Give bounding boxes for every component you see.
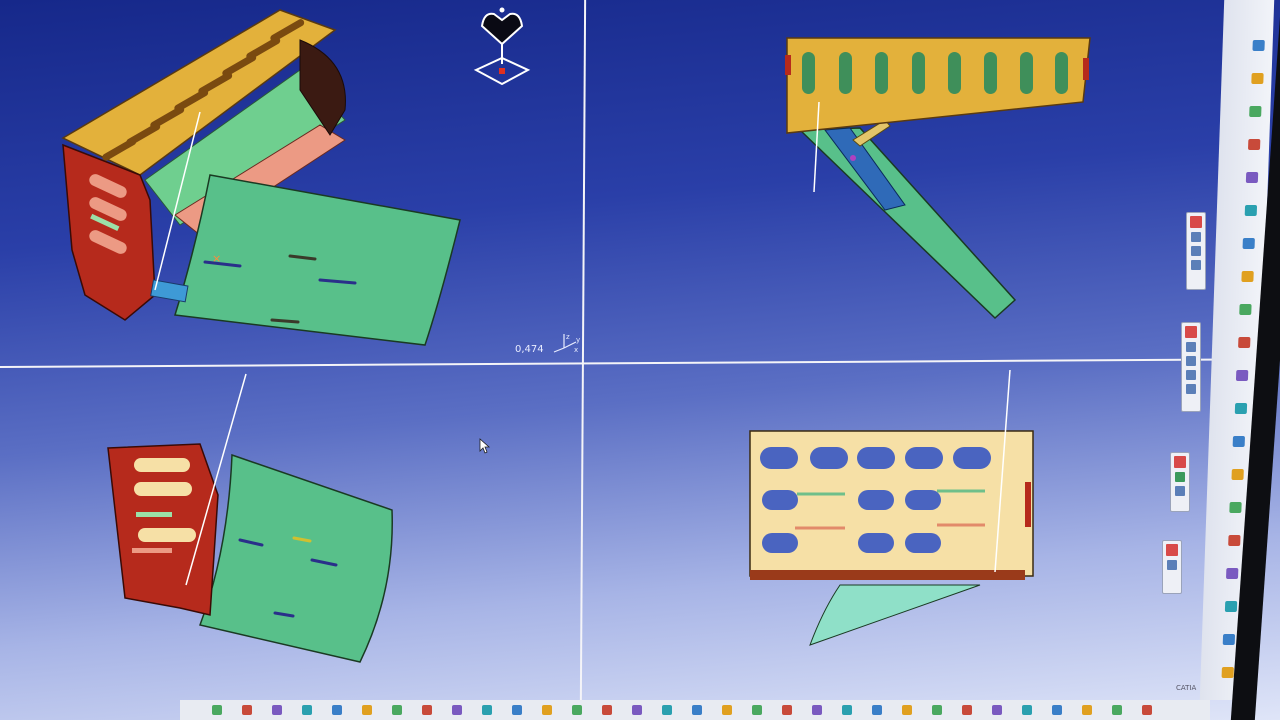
grid-icon[interactable] <box>692 705 702 715</box>
viewport-top[interactable] <box>585 370 1205 700</box>
undo-icon[interactable] <box>242 705 252 715</box>
render-icon[interactable] <box>1175 472 1185 482</box>
compass-icon[interactable] <box>1112 705 1122 715</box>
pad-icon[interactable] <box>1251 73 1264 84</box>
svg-text:×: × <box>212 252 221 265</box>
iso-view-icon[interactable] <box>512 705 522 715</box>
analysis-icon[interactable] <box>1221 667 1234 678</box>
viewport-side[interactable] <box>585 0 1205 365</box>
compass-icon[interactable] <box>470 6 534 90</box>
zoom-out-icon[interactable] <box>392 705 402 715</box>
slot-icon[interactable] <box>1241 271 1254 282</box>
update-icon[interactable] <box>632 705 642 715</box>
tools-palette[interactable] <box>1162 540 1182 594</box>
view-palette[interactable] <box>1170 452 1190 512</box>
contact-icon[interactable] <box>1186 356 1196 366</box>
redo-icon[interactable] <box>272 705 282 715</box>
constraints-icon[interactable] <box>722 705 732 715</box>
annotation-icon[interactable] <box>1052 705 1062 715</box>
svg-text:x: x <box>574 346 578 354</box>
multi-view-icon[interactable] <box>482 705 492 715</box>
pattern-icon[interactable] <box>1228 535 1241 546</box>
close-icon[interactable] <box>1174 456 1186 468</box>
clash-icon[interactable] <box>1022 705 1032 715</box>
thickness-icon[interactable] <box>1232 436 1245 447</box>
normal-view-icon[interactable] <box>452 705 462 715</box>
close-icon[interactable] <box>1166 544 1178 556</box>
point-icon[interactable] <box>1191 232 1201 242</box>
rectangle-icon[interactable] <box>1191 260 1201 270</box>
properties-icon[interactable] <box>1142 705 1152 715</box>
material-icon[interactable] <box>872 705 882 715</box>
hole-icon[interactable] <box>1244 205 1258 216</box>
catia-workspace[interactable]: × 0,474 z x y CATIA <box>0 0 1280 720</box>
constraint-icon[interactable] <box>1186 342 1196 352</box>
svg-text:y: y <box>576 336 580 344</box>
shading-icon[interactable] <box>542 705 552 715</box>
measure-icon[interactable] <box>812 705 822 715</box>
analysis-icon[interactable] <box>782 705 792 715</box>
thread-icon[interactable] <box>1231 469 1244 480</box>
scale-icon[interactable] <box>1226 568 1239 579</box>
swap-icon[interactable] <box>602 705 612 715</box>
fit-all-icon[interactable] <box>422 705 432 715</box>
line-icon[interactable] <box>1191 246 1201 256</box>
shell-icon[interactable] <box>1234 403 1248 414</box>
sketch-tools-palette[interactable] <box>1186 212 1206 290</box>
dimension-icon[interactable] <box>752 705 762 715</box>
rib-icon[interactable] <box>1242 238 1255 249</box>
pan-icon[interactable] <box>302 705 312 715</box>
draft-icon[interactable] <box>1235 370 1249 381</box>
rotate-icon[interactable] <box>332 705 342 715</box>
hide-show-icon[interactable] <box>572 705 582 715</box>
bottom-toolbar[interactable] <box>180 700 1210 720</box>
select-icon[interactable] <box>212 705 222 715</box>
constraint-palette[interactable] <box>1181 322 1201 412</box>
catalog-icon[interactable] <box>842 705 852 715</box>
zoom-in-icon[interactable] <box>362 705 372 715</box>
axis-triad-icon: z x y <box>553 333 580 354</box>
table-icon[interactable] <box>1167 560 1177 570</box>
sketch-icon[interactable] <box>1252 40 1265 51</box>
measure-icon[interactable] <box>1222 634 1236 645</box>
snap-icon[interactable] <box>662 705 672 715</box>
anchor-icon[interactable] <box>1186 384 1196 394</box>
section-icon[interactable] <box>992 705 1002 715</box>
side-board-green <box>798 127 1017 320</box>
under-green-panel <box>809 584 981 646</box>
boolean-icon[interactable] <box>1224 601 1238 612</box>
save-icon[interactable] <box>1175 486 1185 496</box>
shaft-icon[interactable] <box>1247 139 1261 150</box>
groove-icon[interactable] <box>1245 172 1259 183</box>
render-icon[interactable] <box>902 705 912 715</box>
catia-logo: CATIA <box>1176 684 1197 692</box>
mirror-icon[interactable] <box>1229 502 1242 513</box>
mouse-cursor-icon <box>479 438 491 454</box>
end-curved-panel <box>198 453 393 663</box>
publish-icon[interactable] <box>1082 705 1092 715</box>
svg-text:z: z <box>566 333 570 341</box>
pocket-icon[interactable] <box>1249 106 1262 117</box>
camera-icon[interactable] <box>962 705 972 715</box>
viewport-end[interactable] <box>0 370 580 700</box>
scale-readout: 0,474 <box>515 344 544 355</box>
close-icon[interactable] <box>1190 216 1202 228</box>
close-icon[interactable] <box>1185 326 1197 338</box>
light-icon[interactable] <box>932 705 942 715</box>
fillet-icon[interactable] <box>1239 304 1252 315</box>
fix-icon[interactable] <box>1186 370 1196 380</box>
chamfer-icon[interactable] <box>1238 337 1251 348</box>
side-top-panel <box>786 37 1091 134</box>
